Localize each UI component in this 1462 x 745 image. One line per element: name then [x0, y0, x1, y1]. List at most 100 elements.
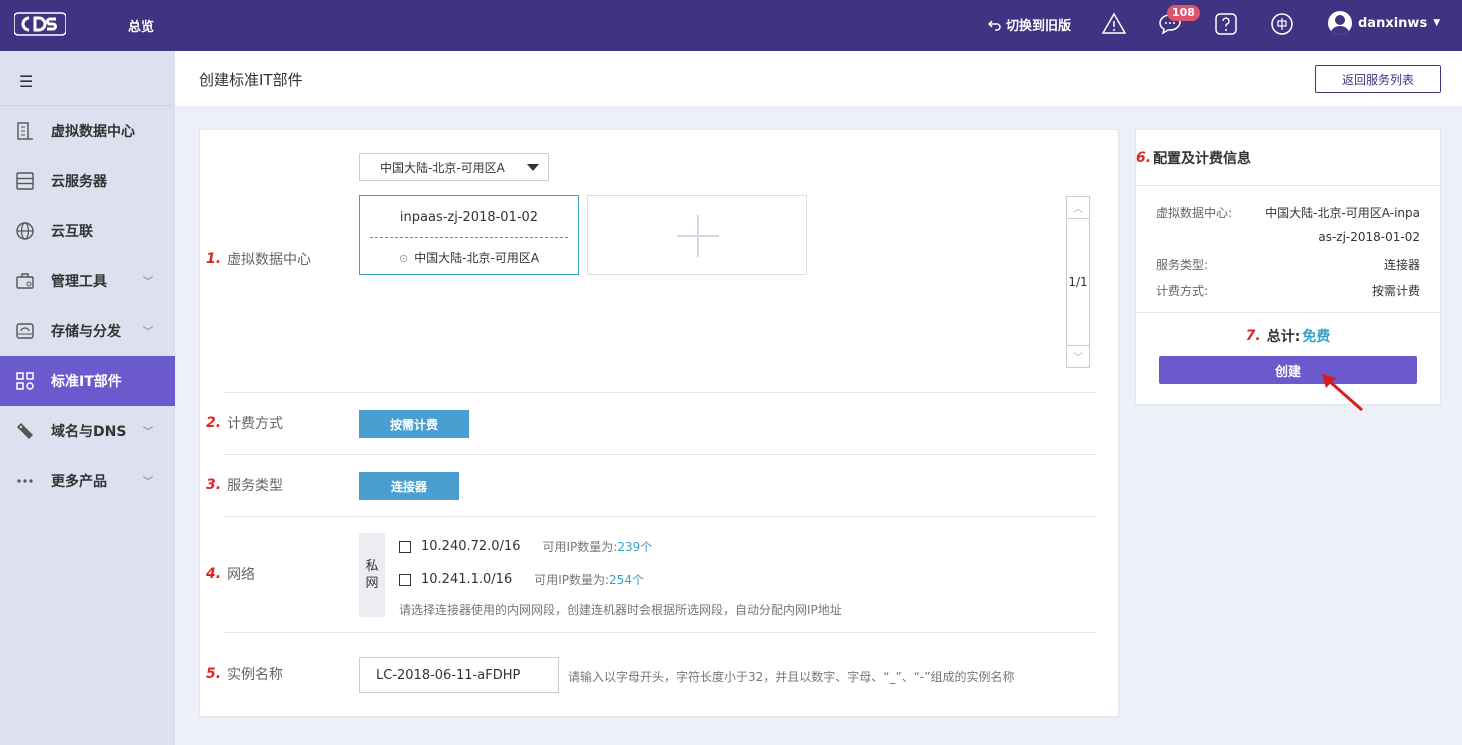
chevron-down-icon: ﹀ [143, 327, 153, 338]
sidebar-item[interactable]: 管理工具 ﹀ [0, 256, 175, 306]
chevron-down-icon[interactable]: ﹀ [1067, 345, 1089, 367]
vdc-card-name: inpaas-zj-2018-01-02 [399, 210, 539, 225]
step-number: 6. [1136, 149, 1152, 166]
page-header: 创建标准IT部件 返回服务列表 [175, 51, 1462, 106]
chevron-down-icon: ﹀ [143, 427, 153, 438]
storage-icon [14, 320, 36, 342]
building-icon [14, 120, 36, 142]
hamburger-icon: ☰ [19, 72, 34, 91]
sidebar-item-label: 更多产品 [51, 474, 107, 490]
instance-name-label: 5. 实例名称 [206, 664, 283, 684]
switch-old-label: 切换到旧版 [1006, 19, 1072, 34]
page-title: 创建标准IT部件 [199, 71, 303, 89]
sidebar: ☰ 虚拟数据中心 云服务器 云互联 管理工具 ﹀ 存储与分发 ﹀ 标准IT部件 域名与DNS ﹀ 更… [0, 51, 175, 745]
sidebar-item[interactable]: 标准IT部件 [0, 356, 175, 406]
summary-value: as-zj-2018-01-02 [1318, 230, 1420, 244]
private-network-tag: 私 网 [359, 533, 385, 617]
summary-key: 计费方式: [1156, 284, 1209, 298]
billing-label-text: 计费方式 [227, 416, 284, 432]
divider [1136, 312, 1440, 313]
form-panel: 1. 虚拟数据中心 中国大陆-北京-可用区A inpaas-zj-2018-01… [199, 129, 1119, 717]
vdc-card[interactable]: inpaas-zj-2018-01-02 ⊙ 中国大陆-北京-可用区A [359, 195, 579, 275]
chinese-icon[interactable] [1270, 12, 1294, 36]
sidebar-item[interactable]: 域名与DNS ﹀ [0, 406, 175, 456]
total-value: 免费 [1302, 329, 1331, 345]
tag-text: 私 [365, 559, 379, 574]
billing-label: 2. 计费方式 [206, 413, 283, 433]
caret-down-icon [527, 164, 539, 171]
summary-panel: 6. 配置及计费信息 虚拟数据中心: 中国大陆-北京-可用区A-inpa as-… [1135, 129, 1441, 405]
instance-name-hint: 请输入以字母开头，字符长度小于32，并且以数字、字母、“_”、“-”组成的实例名… [568, 670, 1015, 684]
vdc-pager: ︿ 1/1 ﹀ [1066, 196, 1090, 368]
connector-type-button[interactable]: 连接器 [359, 472, 459, 500]
menu-toggle[interactable]: ☰ [0, 51, 175, 106]
divider [224, 392, 1096, 393]
checkbox[interactable] [399, 540, 411, 553]
network-hint: 请选择连接器使用的内网网段，创建连机器时会根据所选网段，自动分配内网IP地址 [399, 603, 842, 617]
vdc-card-location: ⊙ 中国大陆-北京-可用区A [360, 249, 578, 266]
network-label-text: 网络 [227, 567, 256, 583]
network-option[interactable]: 10.240.72.0/16 可用IP数量为:239个 [399, 538, 652, 555]
return-service-list-button[interactable]: 返回服务列表 [1315, 65, 1441, 93]
sidebar-item[interactable]: 存储与分发 ﹀ [0, 306, 175, 356]
network-label: 4. 网络 [206, 564, 255, 584]
network-cidr: 10.240.72.0/16 [421, 539, 521, 554]
instance-name-input[interactable]: LC-2018-06-11-aFDHP [359, 657, 559, 693]
instance-name-label-text: 实例名称 [227, 667, 284, 683]
summary-title-text: 配置及计费信息 [1153, 150, 1252, 167]
user-name: danxinws [1358, 15, 1428, 31]
step-number: 2. [206, 415, 222, 431]
divider [224, 632, 1096, 633]
sidebar-item-label: 域名与DNS [51, 424, 127, 440]
pager-text: 1/1 [1068, 275, 1088, 289]
cds-logo[interactable] [14, 11, 66, 37]
switch-old-version-button[interactable]: 切换到旧版 [988, 15, 1071, 34]
location-pin-icon: ⊙ [398, 252, 409, 265]
sidebar-item[interactable]: 云服务器 [0, 156, 175, 206]
add-vdc-button[interactable] [587, 195, 807, 275]
sidebar-item-label: 管理工具 [51, 274, 107, 290]
sidebar-item-label: 存储与分发 [51, 324, 121, 340]
ip-count-label: 可用IP数量为: [542, 540, 618, 554]
summary-value: 连接器 [1383, 258, 1420, 272]
toolbox-icon [14, 270, 36, 292]
network-option[interactable]: 10.241.1.0/16 可用IP数量为:254个 [399, 571, 644, 588]
summary-key: 服务类型: [1156, 258, 1209, 272]
ip-count: 可用IP数量为:239个 [543, 538, 653, 555]
ip-count-value: 239个 [617, 540, 653, 554]
summary-value: 按需计费 [1371, 284, 1420, 298]
chevron-up-icon[interactable]: ︿ [1067, 197, 1089, 219]
vdc-card-location-text: 中国大陆-北京-可用区A [414, 251, 540, 265]
service-type-label-text: 服务类型 [227, 478, 284, 494]
create-button[interactable]: 创建 [1159, 356, 1417, 384]
globe-icon [14, 220, 36, 242]
warning-icon[interactable] [1102, 12, 1126, 36]
question-icon[interactable] [1214, 12, 1238, 36]
overview-link[interactable]: 总览 [128, 16, 154, 35]
more-icon [14, 470, 36, 492]
divider [224, 454, 1096, 455]
user-menu[interactable]: danxinws ▼ [1328, 11, 1440, 35]
message-badge: 108 [1167, 5, 1200, 21]
sidebar-item[interactable]: 云互联 [0, 206, 175, 256]
chevron-down-icon: ﹀ [143, 477, 153, 488]
sidebar-item-label: 云服务器 [51, 174, 107, 190]
total-label: 总计: [1266, 329, 1301, 345]
sidebar-item[interactable]: 虚拟数据中心 [0, 106, 175, 156]
sidebar-item[interactable]: 更多产品 ﹀ [0, 456, 175, 506]
summary-vdc-row: 虚拟数据中心: 中国大陆-北京-可用区A-inpa as-zj-2018-01-… [1156, 204, 1420, 244]
step-number: 5. [206, 666, 222, 682]
caret-down-icon: ▼ [1433, 18, 1441, 28]
vdc-label: 1. 虚拟数据中心 [206, 249, 311, 269]
undo-icon [988, 19, 1001, 31]
ip-count: 可用IP数量为:254个 [534, 571, 644, 588]
chevron-down-icon: ﹀ [143, 277, 153, 288]
server-icon [14, 170, 36, 192]
service-type-label: 3. 服务类型 [206, 475, 283, 495]
billing-on-demand-button[interactable]: 按需计费 [359, 410, 469, 438]
divider [370, 237, 568, 238]
checkbox[interactable] [399, 573, 411, 586]
sidebar-item-label: 虚拟数据中心 [51, 124, 135, 140]
region-select[interactable]: 中国大陆-北京-可用区A [359, 153, 549, 181]
region-selected: 中国大陆-北京-可用区A [380, 160, 505, 175]
